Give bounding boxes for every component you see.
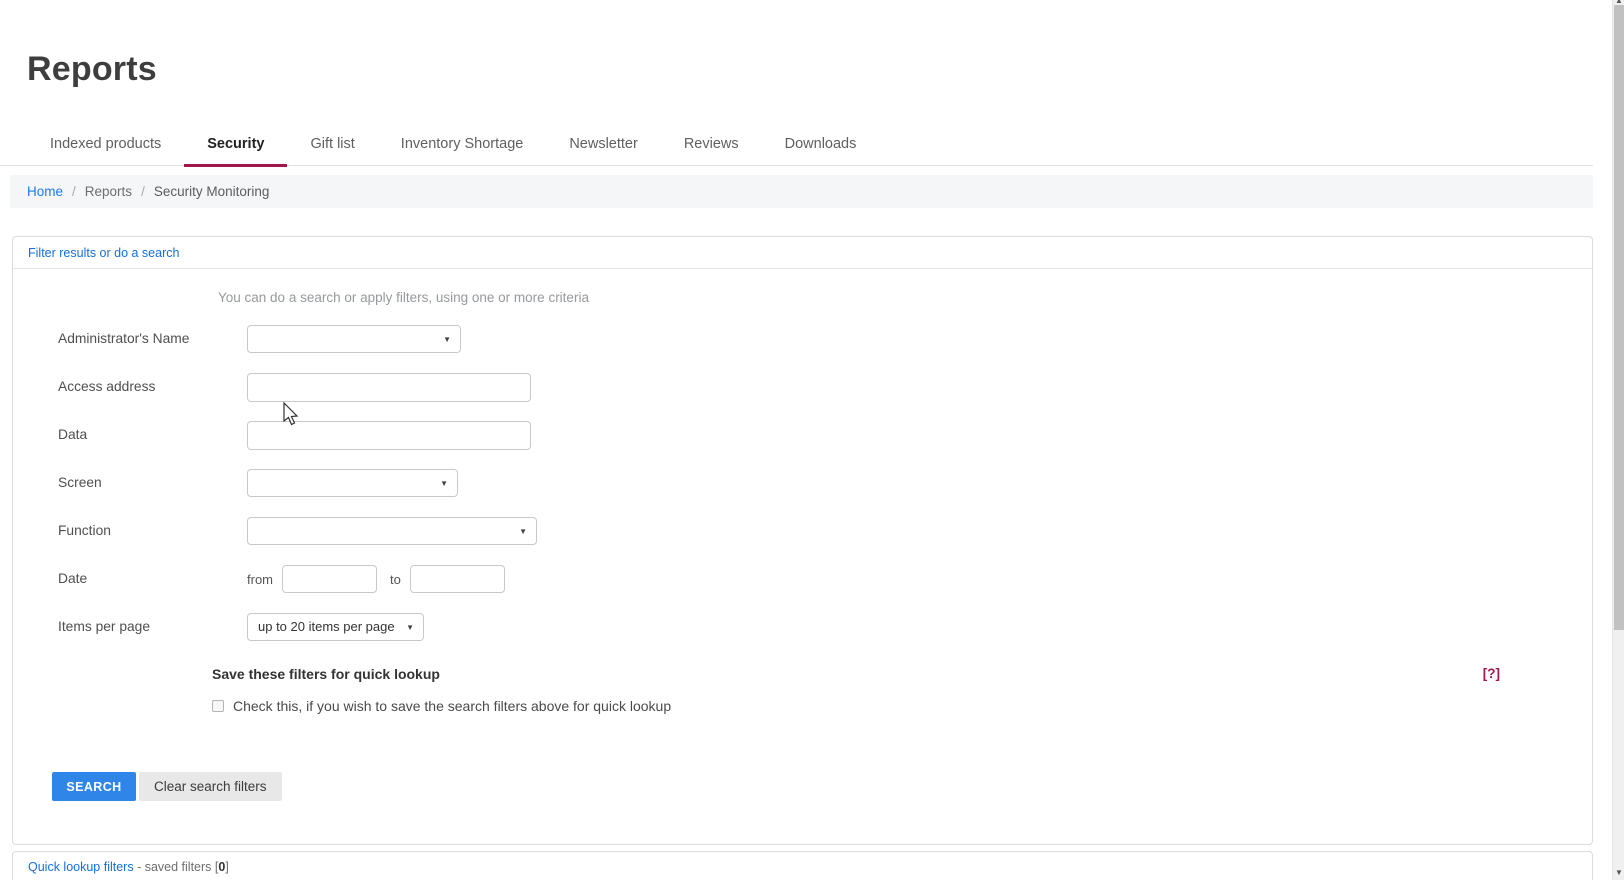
quick-lookup-filters-link[interactable]: Quick lookup filters <box>28 860 134 874</box>
tab-newsletter[interactable]: Newsletter <box>546 126 661 165</box>
admin-name-label: Administrator's Name <box>58 325 247 346</box>
data-label: Data <box>58 421 247 442</box>
items-per-page-select[interactable]: up to 20 items per page ▼ <box>247 613 424 641</box>
filter-toggle-link[interactable]: Filter results or do a search <box>28 246 179 260</box>
filter-form: Administrator's Name ▼ Access address Da… <box>13 325 1592 844</box>
save-filters-section: Save these filters for quick lookup [?] … <box>212 666 1542 714</box>
chevron-down-icon: ▼ <box>519 527 527 536</box>
chevron-down-icon: ▼ <box>440 479 448 488</box>
breadcrumb-separator: / <box>141 184 145 199</box>
screen-row: Screen ▼ <box>58 469 1592 498</box>
function-row: Function ▼ <box>58 517 1592 546</box>
page-title: Reports <box>27 50 1624 89</box>
admin-name-row: Administrator's Name ▼ <box>58 325 1592 354</box>
screen-select[interactable]: ▼ <box>247 469 458 497</box>
date-to-input[interactable] <box>410 565 505 593</box>
filter-panel-header: Filter results or do a search <box>13 237 1592 269</box>
tab-gift-list[interactable]: Gift list <box>287 126 377 165</box>
chevron-down-icon: ▼ <box>443 335 451 344</box>
breadcrumb-separator: / <box>72 184 76 199</box>
save-filters-checkbox[interactable] <box>212 700 224 712</box>
breadcrumb-home-link[interactable]: Home <box>27 184 63 199</box>
search-button[interactable]: SEARCH <box>52 772 136 801</box>
scroll-down-icon[interactable]: ▼ <box>1613 869 1624 877</box>
items-per-page-select-value: up to 20 items per page <box>248 614 423 640</box>
saved-filters-text-close: ] <box>225 860 228 874</box>
data-input[interactable] <box>247 421 531 450</box>
scrollbar-thumb[interactable] <box>1614 5 1624 630</box>
scrollbar[interactable]: ▲ ▼ <box>1612 0 1624 880</box>
save-filters-checkbox-label: Check this, if you wish to save the sear… <box>233 698 671 714</box>
saved-filters-text: - saved filters [ <box>134 860 219 874</box>
tab-reviews[interactable]: Reviews <box>661 126 762 165</box>
filter-panel: Filter results or do a search You can do… <box>12 236 1593 845</box>
tab-indexed-products[interactable]: Indexed products <box>27 126 184 165</box>
save-filters-checkbox-row: Check this, if you wish to save the sear… <box>212 698 1542 714</box>
function-label: Function <box>58 517 247 538</box>
data-row: Data <box>58 421 1592 450</box>
filter-hint-text: You can do a search or apply filters, us… <box>218 290 1592 305</box>
function-select[interactable]: ▼ <box>247 517 537 545</box>
access-address-input[interactable] <box>247 373 531 402</box>
date-row: Date from to <box>58 565 1592 594</box>
clear-search-filters-button[interactable]: Clear search filters <box>139 772 282 801</box>
breadcrumb: Home / Reports / Security Monitoring <box>10 175 1593 208</box>
save-filters-title: Save these filters for quick lookup <box>212 666 1542 682</box>
items-per-page-label: Items per page <box>58 613 247 634</box>
screen-label: Screen <box>58 469 247 490</box>
access-address-label: Access address <box>58 373 247 394</box>
date-label: Date <box>58 565 247 586</box>
tab-downloads[interactable]: Downloads <box>762 126 880 165</box>
tab-security[interactable]: Security <box>184 126 287 167</box>
date-from-input[interactable] <box>282 565 377 593</box>
date-to-label: to <box>390 572 401 587</box>
date-from-label: from <box>247 565 273 587</box>
filter-buttons-row: SEARCH Clear search filters <box>52 772 1592 844</box>
breadcrumb-current: Security Monitoring <box>154 184 270 199</box>
quick-lookup-panel: Quick lookup filters - saved filters [0] <box>12 851 1593 880</box>
access-address-row: Access address <box>58 373 1592 402</box>
tab-bar: Indexed products Security Gift list Inve… <box>0 126 1593 166</box>
reports-page: Reports Indexed products Security Gift l… <box>0 0 1624 880</box>
help-icon[interactable]: [?] <box>1483 666 1500 681</box>
tab-inventory-shortage[interactable]: Inventory Shortage <box>378 126 547 165</box>
admin-name-select[interactable]: ▼ <box>247 325 461 353</box>
breadcrumb-reports: Reports <box>85 184 132 199</box>
items-per-page-row: Items per page up to 20 items per page ▼ <box>58 613 1592 642</box>
